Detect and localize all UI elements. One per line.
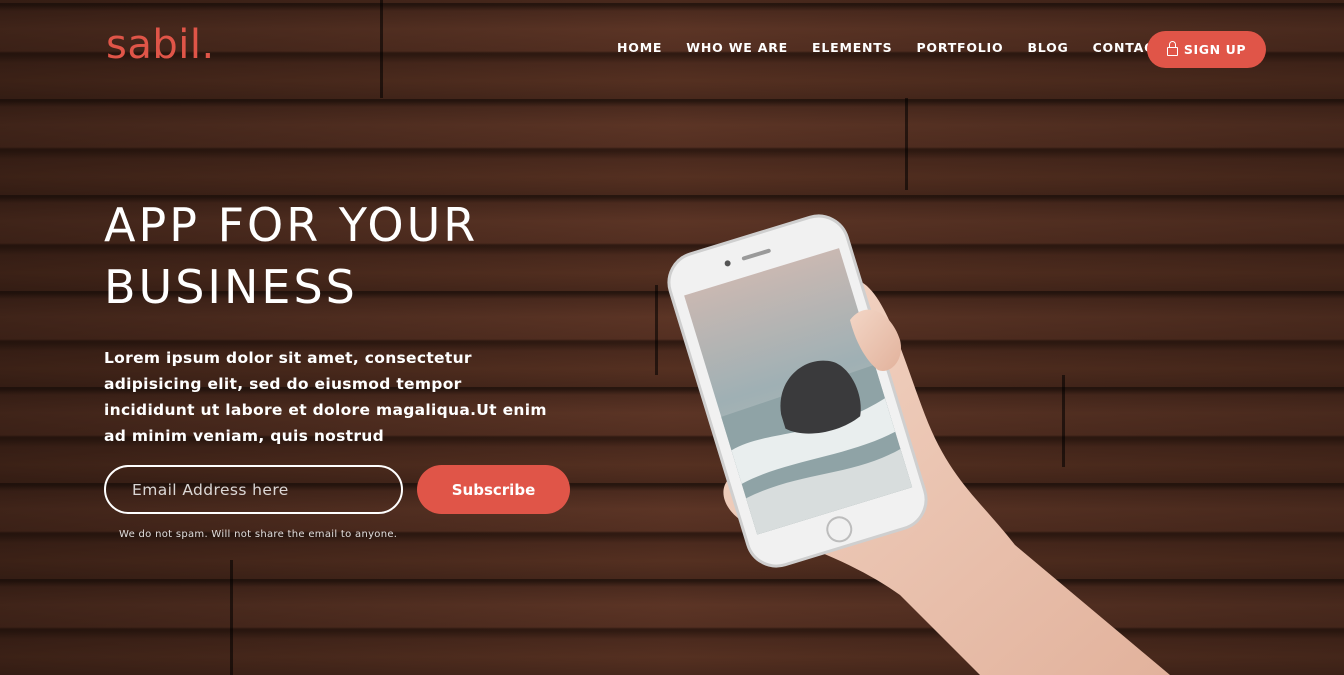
spam-note: We do not spam. Will not share the email…	[119, 529, 398, 540]
nav-blog[interactable]: BLOG	[1027, 40, 1068, 55]
nav-portfolio[interactable]: PORTFOLIO	[916, 40, 1003, 55]
nav-who-we-are[interactable]: WHO WE ARE	[686, 40, 788, 55]
nav-elements[interactable]: ELEMENTS	[812, 40, 892, 55]
sign-up-label: SIGN UP	[1183, 42, 1247, 57]
hand-holding-phone-image	[667, 214, 1170, 675]
subscribe-button[interactable]: Subscribe	[417, 465, 570, 514]
lock-icon	[1166, 41, 1178, 56]
hero-title-line1: APP FOR YOUR	[104, 198, 479, 252]
hero-title: APP FOR YOUR BUSINESS	[104, 194, 564, 318]
hero-description: Lorem ipsum dolor sit amet, consectetur …	[104, 349, 547, 445]
brand-logo[interactable]: sabil.	[106, 22, 215, 68]
hero-title-line2: BUSINESS	[104, 260, 358, 314]
nav-home[interactable]: HOME	[617, 40, 662, 55]
email-input[interactable]	[104, 465, 403, 514]
sign-up-button[interactable]: SIGN UP	[1147, 31, 1266, 68]
main-nav: HOME WHO WE ARE ELEMENTS PORTFOLIO BLOG …	[617, 40, 1187, 55]
